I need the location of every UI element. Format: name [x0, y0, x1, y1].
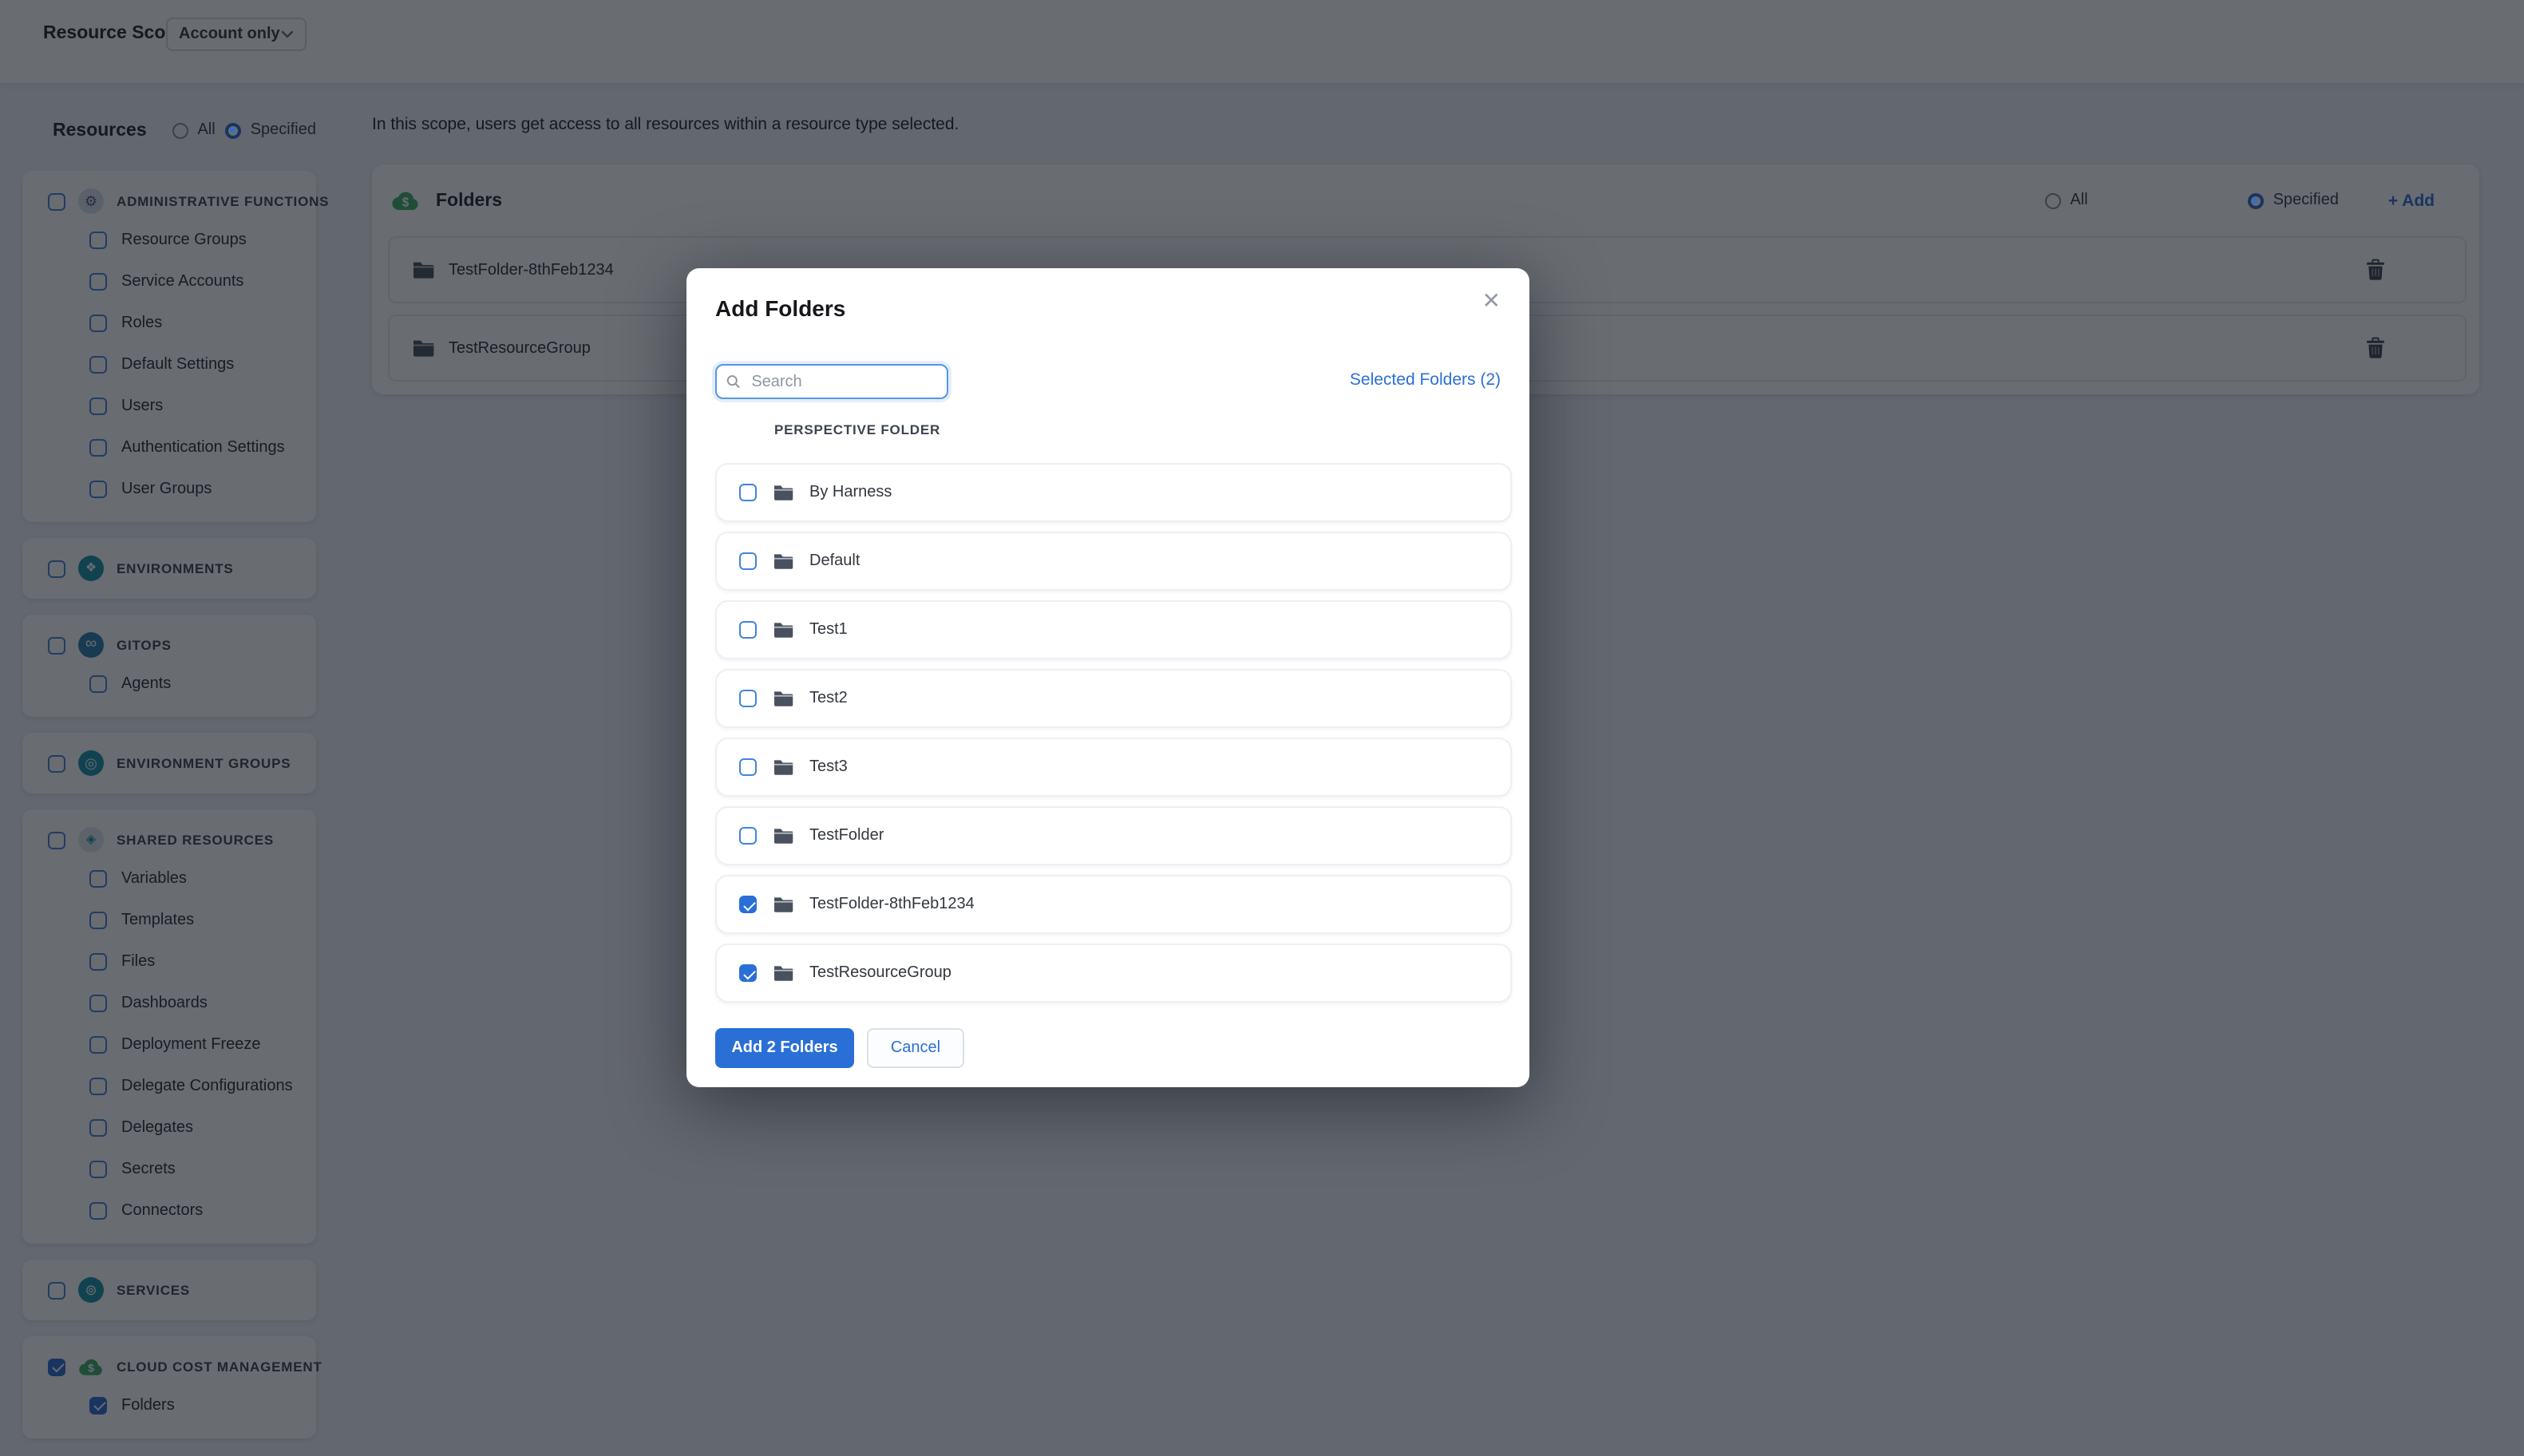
add-folders-button[interactable]: Add 2 Folders — [715, 1028, 854, 1068]
row-checkbox[interactable] — [739, 621, 757, 639]
cancel-button[interactable]: Cancel — [867, 1028, 964, 1068]
folder-name: Test2 — [809, 690, 848, 707]
folder-icon — [774, 485, 793, 500]
row-checkbox[interactable] — [739, 827, 757, 845]
row-checkbox[interactable] — [739, 964, 757, 982]
list-item[interactable]: Test1 — [715, 600, 1512, 659]
modal-title: Add Folders — [715, 295, 846, 321]
list-item[interactable]: TestFolder — [715, 806, 1512, 865]
app-window: Resource Scope Account only Resources Al… — [0, 0, 2524, 1456]
list-item[interactable]: Test2 — [715, 669, 1512, 728]
folder-name: Test1 — [809, 621, 848, 639]
folder-list: By Harness Default Test1 Test2 Test3 Tes… — [715, 463, 1512, 1012]
close-icon[interactable]: ✕ — [1476, 284, 1507, 318]
folder-name: TestResourceGroup — [809, 964, 951, 982]
row-checkbox[interactable] — [739, 484, 757, 501]
list-item[interactable]: TestFolder-8thFeb1234 — [715, 875, 1512, 934]
folder-name: Test3 — [809, 758, 848, 776]
search-box — [715, 364, 948, 399]
folder-icon — [774, 897, 793, 912]
folder-icon — [774, 554, 793, 569]
column-header-perspective-folder: PERSPECTIVE FOLDER — [774, 421, 941, 437]
add-folders-modal: Add Folders ✕ Selected Folders (2) PERSP… — [686, 268, 1529, 1087]
search-icon — [726, 375, 740, 388]
folder-name: TestFolder — [809, 827, 884, 845]
list-item[interactable]: Test3 — [715, 738, 1512, 797]
folder-icon — [774, 691, 793, 706]
row-checkbox[interactable] — [739, 690, 757, 707]
folder-icon — [774, 760, 793, 775]
search-input[interactable] — [748, 371, 937, 392]
folder-name: Default — [809, 552, 860, 570]
selected-folders-link[interactable]: Selected Folders (2) — [1350, 370, 1501, 390]
row-checkbox[interactable] — [739, 758, 757, 776]
list-item[interactable]: Default — [715, 532, 1512, 591]
list-item[interactable]: TestResourceGroup — [715, 944, 1512, 1003]
folder-icon — [774, 829, 793, 844]
folder-name: TestFolder-8thFeb1234 — [809, 896, 975, 913]
row-checkbox[interactable] — [739, 896, 757, 913]
folder-icon — [774, 966, 793, 981]
row-checkbox[interactable] — [739, 552, 757, 570]
folder-icon — [774, 623, 793, 638]
folder-name: By Harness — [809, 484, 892, 501]
list-item[interactable]: By Harness — [715, 463, 1512, 522]
